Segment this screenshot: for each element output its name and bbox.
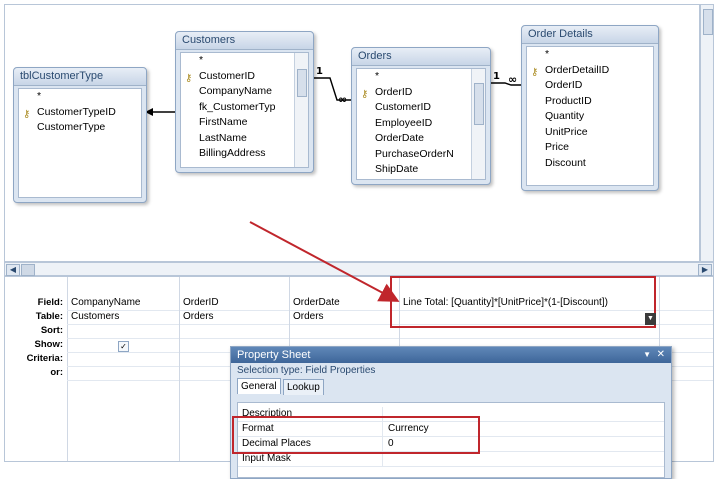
dropdown-arrow-icon[interactable]: ▼ — [645, 313, 656, 325]
field-list-scrollbar[interactable] — [294, 53, 308, 167]
tab-general[interactable]: General — [237, 378, 281, 394]
scrollbar-thumb[interactable] — [297, 69, 307, 97]
table-customers[interactable]: Customers * ⚷ CustomerID CompanyName fk_C… — [175, 31, 314, 173]
row-label-table: Table: — [35, 311, 63, 322]
table-orders[interactable]: Orders * ⚷ OrderID CustomerID EmployeeID … — [351, 47, 491, 185]
field-item[interactable]: Price — [527, 140, 653, 156]
field-item[interactable]: OrderID — [527, 78, 653, 94]
property-sheet: Property Sheet ▼ ✕ Selection type: Field… — [230, 346, 672, 479]
field-item[interactable]: Quantity — [527, 109, 653, 125]
field-item[interactable]: OrderDate — [357, 131, 485, 147]
field-list: * ⚷ CustomerTypeID CustomerType — [18, 88, 142, 198]
table-tblcustomertype[interactable]: tblCustomerType * ⚷ CustomerTypeID Custom… — [13, 67, 147, 203]
field-item-key[interactable]: ⚷ CustomerTypeID — [19, 105, 141, 121]
field-item[interactable]: * — [527, 47, 653, 63]
field-label: OrderID — [375, 85, 413, 98]
many-symbol: ∞ — [338, 93, 347, 106]
scroll-left-icon[interactable]: ◀ — [6, 264, 20, 276]
table-title[interactable]: Orders — [352, 48, 490, 66]
highlight-properties-box — [232, 416, 480, 454]
property-name: Input Mask — [242, 453, 291, 464]
scrollbar-thumb[interactable] — [474, 83, 484, 125]
field-item[interactable]: ShipDate — [357, 162, 485, 178]
scrollbar-thumb[interactable] — [703, 9, 713, 35]
field-item-key[interactable]: ⚷ CustomerID — [181, 69, 308, 85]
table-title[interactable]: tblCustomerType — [14, 68, 146, 86]
table-cell[interactable]: Orders — [293, 311, 324, 322]
selection-type-label: Selection type: — [237, 365, 303, 376]
field-cell[interactable]: CompanyName — [71, 297, 140, 308]
table-order-details[interactable]: Order Details * ⚷ OrderDetailID OrderID P… — [521, 25, 659, 191]
field-label: CustomerID — [199, 69, 256, 82]
one-symbol: 1 — [493, 71, 500, 82]
field-item[interactable]: UnitPrice — [527, 125, 653, 141]
grid-column-1[interactable]: CompanyName Customers ✓ — [67, 277, 180, 461]
field-item[interactable]: * — [357, 69, 485, 85]
field-item[interactable]: * — [181, 53, 308, 69]
design-pane-vertical-scrollbar[interactable] — [700, 4, 714, 262]
highlight-expression-box — [390, 276, 656, 328]
field-list-scrollbar[interactable] — [471, 69, 485, 179]
close-icon[interactable]: ✕ — [657, 347, 665, 363]
scrollbar-thumb[interactable] — [21, 264, 35, 276]
field-item[interactable]: * — [19, 89, 141, 105]
selection-type: Selection type: Field Properties — [231, 363, 671, 378]
row-label-or: or: — [50, 367, 63, 378]
field-label: OrderDetailID — [545, 63, 610, 76]
field-label: CustomerTypeID — [37, 105, 116, 118]
table-title[interactable]: Customers — [176, 32, 313, 50]
field-item[interactable]: ProductID — [527, 94, 653, 110]
field-item[interactable]: PurchaseOrderN — [357, 147, 485, 163]
field-item-key[interactable]: ⚷ OrderDetailID — [527, 63, 653, 79]
show-checkbox[interactable]: ✓ — [118, 341, 129, 352]
many-symbol: ∞ — [508, 73, 517, 86]
field-item[interactable]: CompanyName — [181, 84, 308, 100]
field-list: * ⚷ OrderID CustomerID EmployeeID OrderDa… — [356, 68, 486, 180]
row-label-show: Show: — [34, 339, 64, 350]
property-sheet-title: Property Sheet — [237, 349, 311, 361]
field-item[interactable]: BillingAddress — [181, 146, 308, 162]
table-cell[interactable]: Customers — [71, 311, 119, 322]
field-item[interactable]: CustomerType — [19, 120, 141, 136]
property-sheet-title-bar[interactable]: Property Sheet ▼ ✕ — [231, 347, 671, 363]
field-item[interactable]: fk_CustomerTyp — [181, 100, 308, 116]
one-symbol: 1 — [316, 66, 323, 77]
field-item-key[interactable]: ⚷ OrderID — [357, 85, 485, 101]
field-item[interactable]: EmployeeID — [357, 116, 485, 132]
scroll-right-icon[interactable]: ▶ — [698, 264, 712, 276]
property-row[interactable]: Input Mask — [238, 452, 664, 467]
field-cell[interactable]: OrderDate — [293, 297, 340, 308]
field-item[interactable]: Discount — [527, 156, 653, 172]
property-tabs: General Lookup — [237, 378, 671, 395]
field-cell[interactable]: OrderID — [183, 297, 219, 308]
field-item[interactable]: CustomerID — [357, 100, 485, 116]
table-cell[interactable]: Orders — [183, 311, 214, 322]
pin-dropdown-icon[interactable]: ▼ — [643, 347, 651, 363]
tab-lookup[interactable]: Lookup — [283, 379, 324, 395]
field-item[interactable]: LastName — [181, 131, 308, 147]
table-title[interactable]: Order Details — [522, 26, 658, 44]
selection-type-value: Field Properties — [305, 365, 376, 376]
row-label-column: Field: Table: Sort: Show: Criteria: or: — [5, 277, 68, 461]
field-list: * ⚷ CustomerID CompanyName fk_CustomerTyp… — [180, 52, 309, 168]
row-label-criteria: Criteria: — [26, 353, 63, 364]
field-list: * ⚷ OrderDetailID OrderID ProductID Quant… — [526, 46, 654, 186]
field-item[interactable]: FirstName — [181, 115, 308, 131]
query-design-pane: 1 ∞ 1 ∞ tblCustomerType * ⚷ CustomerTypeI… — [4, 4, 700, 262]
row-label-sort: Sort: — [40, 325, 63, 336]
design-pane-horizontal-scrollbar[interactable]: ◀ ▶ — [4, 262, 714, 276]
row-label-field: Field: — [37, 297, 63, 308]
